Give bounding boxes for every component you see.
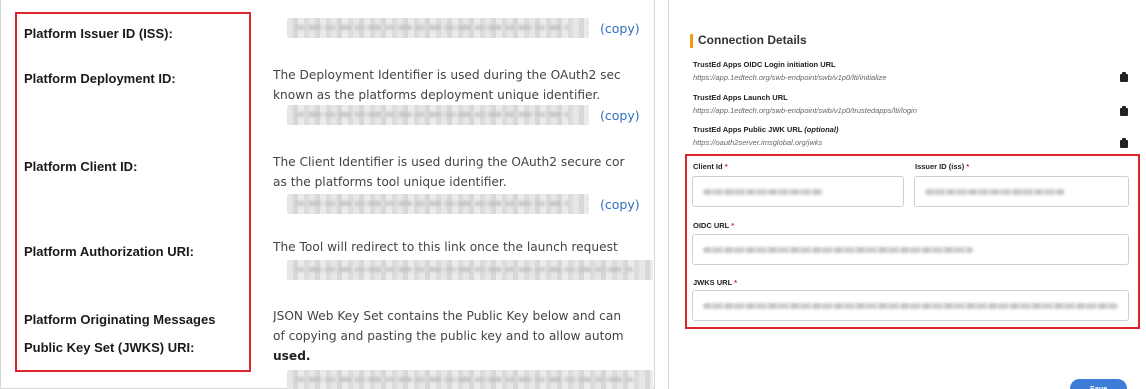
clipboard-icon[interactable]: [1120, 138, 1128, 148]
optional-tag: (optional): [804, 125, 839, 134]
client-id-field-label: Client Id *: [693, 162, 728, 171]
launch-url-value: https://app.1edtech.org/swb-endpoint/swb…: [693, 106, 917, 115]
issuer-id-field-label: Issuer ID (iss) *: [915, 162, 970, 171]
public-jwk-url-value: https://oauth2server.imsglobal.org/jwks: [693, 138, 823, 147]
issuer-id-value-redacted: [287, 18, 589, 38]
jwks-uri-value-redacted: [287, 370, 653, 389]
deployment-id-label: Platform Deployment ID:: [24, 71, 176, 86]
oidc-login-url-value: https://app.1edtech.org/swb-endpoint/swb…: [693, 73, 887, 82]
public-jwk-url-label: TrustEd Apps Public JWK URL (optional): [693, 125, 839, 134]
section-accent-bar: [690, 34, 693, 48]
jwks-url-field-label: JWKS URL *: [693, 278, 738, 287]
client-description-line2: as the platforms tool unique identifier.: [273, 175, 507, 189]
issuer-id-label: Platform Issuer ID (ISS):: [24, 26, 173, 41]
copy-deployment-link[interactable]: (copy): [600, 108, 640, 123]
jwks-uri-label-line2: Public Key Set (JWKS) URI:: [24, 340, 195, 355]
authorization-uri-label: Platform Authorization URI:: [24, 244, 194, 259]
client-id-input[interactable]: [692, 176, 904, 207]
issuer-id-input[interactable]: [914, 176, 1129, 207]
jwks-description-line3: used.: [273, 349, 311, 363]
auth-description-line1: The Tool will redirect to this link once…: [273, 240, 618, 254]
clipboard-icon[interactable]: [1120, 106, 1128, 116]
oidc-url-field-label: OIDC URL *: [693, 221, 735, 230]
oidc-login-url-label: TrustEd Apps OIDC Login initiation URL: [693, 60, 836, 69]
deployment-id-value-redacted: [287, 105, 589, 125]
jwks-uri-label-line1: Platform Originating Messages: [24, 312, 216, 327]
deployment-description-line2: known as the platforms deployment unique…: [273, 88, 601, 102]
save-button[interactable]: Save: [1070, 379, 1127, 389]
jwks-description-line1: JSON Web Key Set contains the Public Key…: [273, 309, 622, 323]
copy-issuer-link[interactable]: (copy): [600, 21, 640, 36]
client-id-value-redacted: [287, 194, 589, 214]
auth-uri-value-redacted: [287, 260, 653, 280]
oidc-url-input[interactable]: [692, 234, 1129, 265]
launch-url-label: TrustEd Apps Launch URL: [693, 93, 788, 102]
jwks-url-input[interactable]: [692, 290, 1129, 321]
clipboard-icon[interactable]: [1120, 72, 1128, 82]
client-description-line1: The Client Identifier is used during the…: [273, 155, 625, 169]
client-id-label: Platform Client ID:: [24, 159, 138, 174]
deployment-description-line1: The Deployment Identifier is used during…: [273, 68, 621, 82]
copy-client-link[interactable]: (copy): [600, 197, 640, 212]
connection-details-title: Connection Details: [698, 33, 807, 47]
jwks-description-line2: of copying and pasting the public key an…: [273, 329, 624, 343]
